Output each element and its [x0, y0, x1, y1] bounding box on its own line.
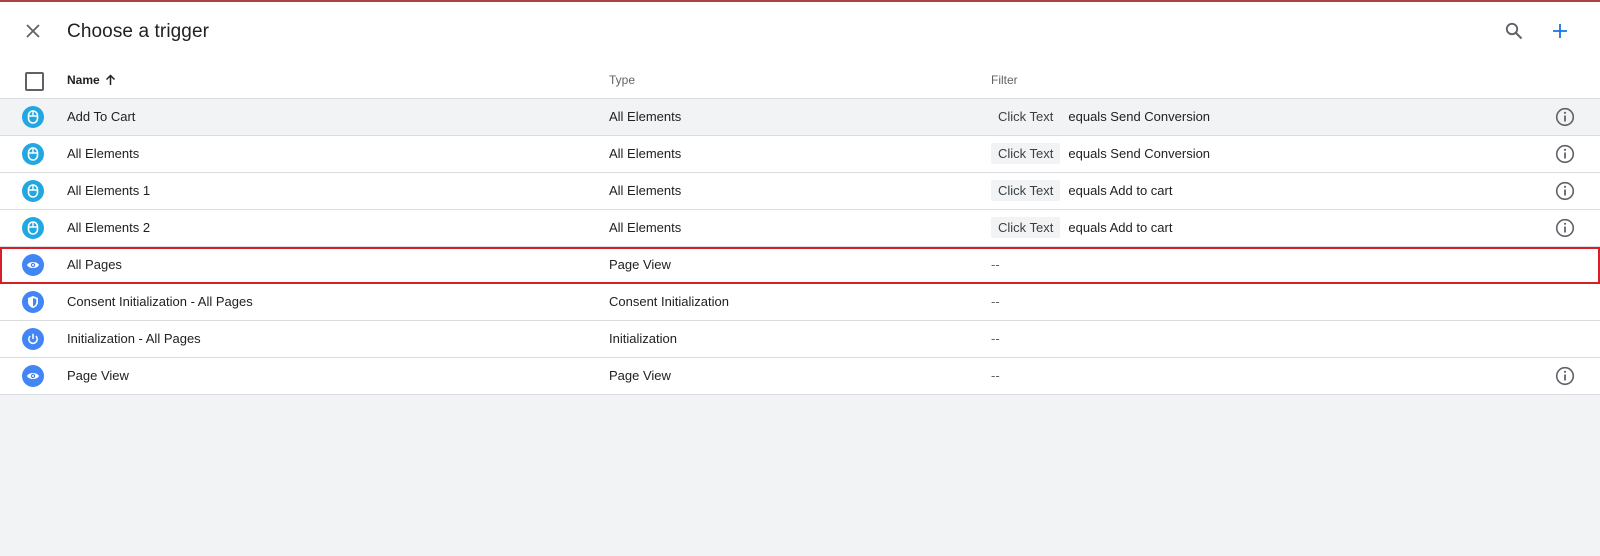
- filter-condition: equals Add to cart: [1068, 220, 1173, 235]
- close-icon: [26, 24, 40, 38]
- info-icon: [1555, 144, 1575, 164]
- trigger-row[interactable]: Consent Initialization - All Pages Consen…: [0, 284, 1600, 321]
- trigger-name: All Pages: [67, 257, 122, 272]
- filter-empty: --: [991, 331, 1000, 346]
- search-icon: [1505, 22, 1523, 40]
- trigger-filter: --: [991, 291, 1000, 309]
- mouse-icon: [22, 143, 44, 165]
- filter-empty: --: [991, 368, 1000, 383]
- filter-empty: --: [991, 294, 1000, 309]
- trigger-type: All Elements: [609, 220, 682, 235]
- trigger-type: Page View: [609, 257, 671, 272]
- select-all-checkbox[interactable]: [25, 72, 44, 91]
- info-button[interactable]: [1555, 218, 1575, 238]
- trigger-name: All Elements 1: [67, 183, 151, 198]
- trigger-filter: --: [991, 254, 1000, 272]
- mouse-icon: [22, 180, 44, 202]
- trigger-picker-panel: Choose a trigger Name Type Filter Add To…: [0, 2, 1600, 395]
- trigger-type: All Elements: [609, 146, 682, 161]
- name-column-header[interactable]: Name: [67, 73, 116, 87]
- trigger-filter: Click Text equals Add to cart: [991, 217, 1172, 238]
- trigger-row[interactable]: Page View Page View --: [0, 358, 1600, 395]
- type-column-header[interactable]: Type: [609, 73, 635, 87]
- eye-icon: [22, 254, 44, 276]
- page-title: Choose a trigger: [67, 21, 210, 42]
- table-header: Name Type Filter: [0, 62, 1600, 99]
- add-trigger-button[interactable]: [1544, 15, 1576, 47]
- filter-empty: --: [991, 257, 1000, 272]
- trigger-name: Page View: [67, 368, 129, 383]
- trigger-type: All Elements: [609, 183, 682, 198]
- info-icon: [1555, 366, 1575, 386]
- plus-icon: [1553, 24, 1567, 38]
- trigger-filter: --: [991, 365, 1000, 383]
- trigger-filter: --: [991, 328, 1000, 346]
- trigger-type: Initialization: [609, 331, 677, 346]
- power-icon: [22, 328, 44, 350]
- trigger-filter: Click Text equals Send Conversion: [991, 143, 1210, 164]
- search-button[interactable]: [1498, 15, 1530, 47]
- trigger-list: Add To Cart All Elements Click Text equals …: [0, 99, 1600, 395]
- trigger-type: Consent Initialization: [609, 294, 729, 309]
- trigger-filter: Click Text equals Send Conversion: [991, 106, 1210, 127]
- filter-variable-chip: Click Text: [991, 143, 1061, 164]
- panel-header: Choose a trigger: [0, 2, 1600, 62]
- shield-icon: [22, 291, 44, 313]
- info-button[interactable]: [1555, 107, 1575, 127]
- trigger-row[interactable]: Add To Cart All Elements Click Text equals …: [0, 99, 1600, 136]
- info-icon: [1555, 107, 1575, 127]
- name-column-label: Name: [67, 73, 100, 87]
- filter-column-header[interactable]: Filter: [991, 73, 1018, 87]
- filter-condition: equals Send Conversion: [1068, 146, 1211, 161]
- trigger-filter: Click Text equals Add to cart: [991, 180, 1172, 201]
- trigger-name: All Elements 2: [67, 220, 151, 235]
- eye-icon: [22, 365, 44, 387]
- info-icon: [1555, 218, 1575, 238]
- trigger-type: All Elements: [609, 109, 682, 124]
- filter-condition: equals Send Conversion: [1068, 109, 1211, 124]
- trigger-row[interactable]: All Elements All Elements Click Text equals…: [0, 136, 1600, 173]
- info-button[interactable]: [1555, 181, 1575, 201]
- info-button[interactable]: [1555, 144, 1575, 164]
- trigger-name: All Elements: [67, 146, 140, 161]
- trigger-type: Page View: [609, 368, 671, 383]
- trigger-row[interactable]: All Elements 1 All Elements Click Text equa…: [0, 173, 1600, 210]
- trigger-row[interactable]: All Pages Page View --: [0, 247, 1600, 284]
- close-button[interactable]: [17, 15, 49, 47]
- trigger-row[interactable]: Initialization - All Pages Initialization…: [0, 321, 1600, 358]
- info-button[interactable]: [1555, 366, 1575, 386]
- trigger-name: Add To Cart: [67, 109, 136, 124]
- trigger-name: Initialization - All Pages: [67, 331, 201, 346]
- filter-variable-chip: Click Text: [991, 106, 1061, 127]
- mouse-icon: [22, 217, 44, 239]
- filter-variable-chip: Click Text: [991, 217, 1061, 238]
- trigger-row[interactable]: All Elements 2 All Elements Click Text equa…: [0, 210, 1600, 247]
- filter-variable-chip: Click Text: [991, 180, 1061, 201]
- mouse-icon: [22, 106, 44, 128]
- trigger-name: Consent Initialization - All Pages: [67, 294, 253, 309]
- info-icon: [1555, 181, 1575, 201]
- arrow-up-icon: [105, 74, 115, 85]
- filter-condition: equals Add to cart: [1068, 183, 1173, 198]
